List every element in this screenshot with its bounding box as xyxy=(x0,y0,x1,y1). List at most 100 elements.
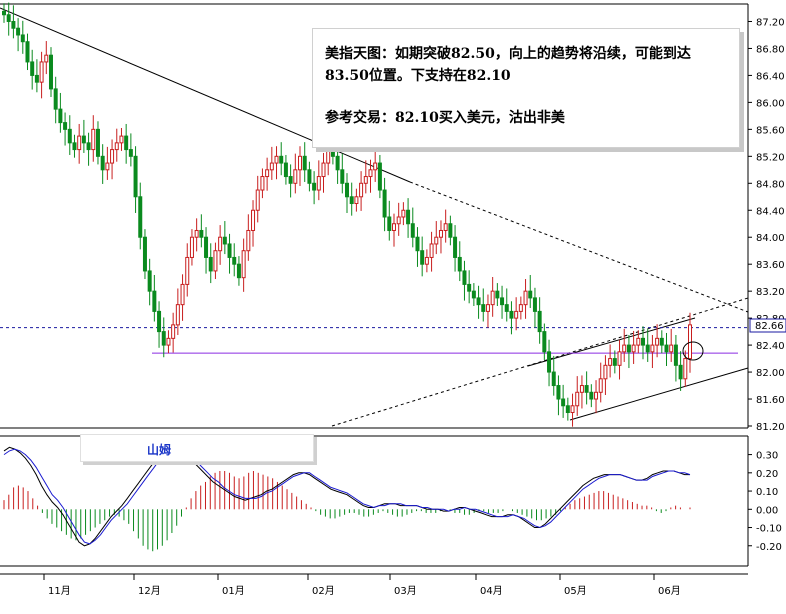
candle-body xyxy=(142,236,147,272)
candle-body xyxy=(669,344,674,353)
candle-body xyxy=(349,196,354,205)
candle-body xyxy=(161,331,166,346)
candle-body xyxy=(396,216,401,225)
candle-body xyxy=(490,290,495,306)
candle-body xyxy=(114,142,119,151)
candle-body xyxy=(67,128,72,144)
candle-body xyxy=(631,344,636,353)
candle-body xyxy=(448,223,453,238)
candle-body xyxy=(175,304,180,326)
analysis-line-1: 美指天图：如期突破82.50，向上的趋势将沿续，可能到达83.50位置。下支持在… xyxy=(325,46,691,84)
candle-body xyxy=(504,304,509,312)
candle-body xyxy=(236,263,241,279)
candle-body xyxy=(429,243,434,258)
candle-body xyxy=(561,398,566,407)
price-tick-label: 86.00 xyxy=(756,98,785,109)
candle-body xyxy=(664,344,669,353)
candle-body xyxy=(288,176,293,184)
candle-body xyxy=(453,236,458,258)
time-tick-label: 03月 xyxy=(394,585,417,597)
candle-body xyxy=(481,304,486,312)
candle-body xyxy=(476,297,481,306)
candle-body xyxy=(157,310,162,333)
candle-body xyxy=(147,270,152,292)
candle-body xyxy=(222,236,227,245)
candle-body xyxy=(354,196,359,205)
candle-body xyxy=(528,290,533,299)
time-tick-label: 06月 xyxy=(658,585,681,597)
time-tick-label: 11月 xyxy=(48,585,71,597)
candle-body xyxy=(382,189,387,218)
candle-body xyxy=(683,358,688,380)
candle-body xyxy=(650,344,655,353)
breakout-circle xyxy=(682,341,704,361)
indicator-tick-label: 0.00 xyxy=(756,505,778,516)
candle-body xyxy=(617,351,622,366)
candle-body xyxy=(579,385,584,393)
candle-body xyxy=(518,304,523,312)
candle-body xyxy=(434,236,439,245)
candle-body xyxy=(105,162,110,171)
candle-body xyxy=(485,304,490,312)
candle-body xyxy=(570,405,575,414)
price-tick-label: 87.20 xyxy=(756,17,785,28)
candle-body xyxy=(269,162,274,171)
candle-body xyxy=(612,358,617,366)
candle-body xyxy=(556,385,561,400)
candle-body xyxy=(2,10,6,16)
indicator-tick-label: 0.30 xyxy=(756,451,778,462)
candle-body xyxy=(213,250,218,272)
candle-body xyxy=(316,176,321,191)
current-price-marker: 82.66 xyxy=(749,318,786,333)
time-axis-labels: 11月 12月 01月 02月 03月 04月 05月 06月 xyxy=(43,574,681,597)
downtrend-line-extension xyxy=(409,181,749,313)
candle-body xyxy=(636,337,641,346)
price-tick-label: 83.20 xyxy=(756,287,785,298)
candle-body xyxy=(594,391,599,400)
analysis-line-2: 参考交易：82.10买入美元，沽出非美 xyxy=(325,110,565,126)
candle-body xyxy=(659,337,664,346)
candle-body xyxy=(241,250,246,279)
horizontal-levels xyxy=(0,327,748,354)
candle-body xyxy=(302,155,307,171)
candle-body xyxy=(387,216,392,231)
candle-body xyxy=(185,256,190,285)
candle-body xyxy=(20,34,25,43)
candle-body xyxy=(194,229,199,238)
candle-body xyxy=(345,182,349,198)
candle-body xyxy=(227,243,232,258)
candle-body xyxy=(298,155,303,171)
price-tick-label: 83.60 xyxy=(756,260,785,271)
candle-body xyxy=(462,270,467,285)
candle-body xyxy=(274,155,279,164)
candle-body xyxy=(95,128,100,157)
candle-body xyxy=(391,223,396,231)
candle-body xyxy=(471,290,476,299)
candle-body xyxy=(124,135,129,151)
candle-body xyxy=(91,128,96,151)
candle-body xyxy=(283,162,288,178)
candle-body xyxy=(119,135,124,144)
candle-body xyxy=(6,14,11,22)
price-tick-label: 86.80 xyxy=(756,44,785,55)
candle-body xyxy=(598,378,603,393)
time-tick-label: 02月 xyxy=(312,585,335,597)
time-tick-label: 12月 xyxy=(138,585,161,597)
candle-body xyxy=(133,155,138,198)
price-tick-label: 85.60 xyxy=(756,125,785,136)
indicator-label-box: 山姆 xyxy=(80,434,314,462)
candle-body xyxy=(232,256,237,265)
candle-body xyxy=(48,54,53,90)
candle-body xyxy=(218,236,223,252)
candle-body xyxy=(321,162,326,178)
candle-body xyxy=(208,256,213,272)
indicator-line-black xyxy=(3,446,690,547)
candle-body xyxy=(589,391,594,400)
candle-body xyxy=(81,135,86,144)
candle-body xyxy=(166,337,171,346)
candle-body xyxy=(673,344,678,366)
candle-body xyxy=(678,364,683,380)
candle-body xyxy=(359,182,364,198)
price-tick-label: 82.40 xyxy=(756,341,785,352)
candle-body xyxy=(406,209,411,225)
